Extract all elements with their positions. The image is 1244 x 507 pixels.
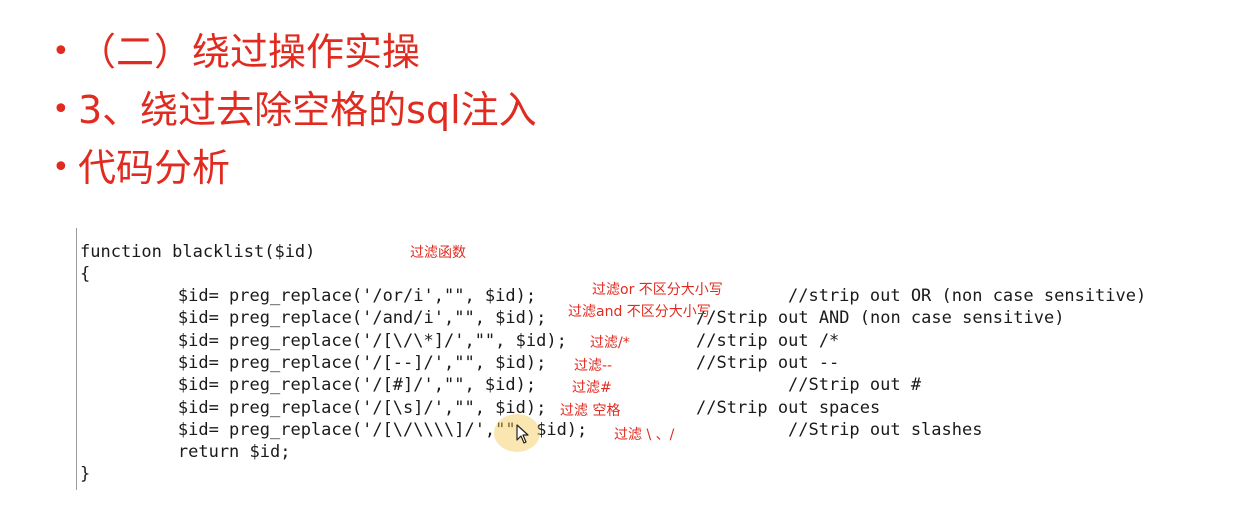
code-comment: //Strip out slashes bbox=[788, 420, 983, 440]
code-comment: //strip out /* bbox=[696, 331, 840, 351]
code-line: { bbox=[80, 264, 91, 284]
annotation-label: 过滤 \ 、/ bbox=[614, 427, 675, 443]
code-line: return $id; bbox=[96, 442, 291, 462]
annotation-label: 过滤and 不区分大小写 bbox=[568, 304, 711, 320]
code-line: $id= preg_replace('/or/i',"", $id); bbox=[96, 286, 537, 306]
code-comment: //Strip out -- bbox=[696, 353, 840, 373]
bullet-dot-icon: • bbox=[52, 92, 70, 127]
code-line: function blacklist($id) bbox=[80, 242, 316, 262]
bullet-text: 代码分析 bbox=[78, 146, 231, 190]
code-line: } bbox=[80, 464, 91, 484]
code-line: $id= preg_replace('/[\/\*]/',"", $id); bbox=[96, 331, 567, 351]
annotation-label: 过滤# bbox=[572, 380, 612, 396]
bullet-text: （二）绕过操作实操 bbox=[78, 30, 421, 74]
code-line: $id= preg_replace('/[--]/',"", $id); bbox=[96, 353, 547, 373]
code-line: $id= preg_replace('/[#]/',"", $id); bbox=[96, 375, 537, 395]
annotation-label: 过滤-- bbox=[574, 358, 613, 374]
bullet-item: • 代码分析 bbox=[52, 138, 230, 198]
annotation-label: 过滤 空格 bbox=[560, 403, 621, 419]
code-comment: //Strip out spaces bbox=[696, 398, 881, 418]
mouse-pointer-icon bbox=[516, 424, 529, 444]
code-comment: //Strip out AND (non case sensitive) bbox=[696, 308, 1065, 328]
code-comment: //strip out OR (non case sensitive) bbox=[788, 286, 1147, 306]
annotation-label: 过滤函数 bbox=[410, 245, 466, 261]
code-comment: //Strip out # bbox=[788, 375, 922, 395]
bullet-item: • （二）绕过操作实操 bbox=[52, 22, 420, 82]
bullet-dot-icon: • bbox=[52, 34, 70, 69]
annotation-label: 过滤or 不区分大小写 bbox=[592, 282, 723, 298]
annotation-label: 过滤/* bbox=[590, 335, 630, 351]
bullet-item: • 3、绕过去除空格的sql注入 bbox=[52, 80, 537, 140]
bullet-text: 3、绕过去除空格的sql注入 bbox=[78, 88, 537, 132]
code-line: $id= preg_replace('/and/i',"", $id); bbox=[96, 308, 547, 328]
bullet-dot-icon: • bbox=[52, 150, 70, 185]
code-line: $id= preg_replace('/[\s]/',"", $id); bbox=[96, 398, 547, 418]
